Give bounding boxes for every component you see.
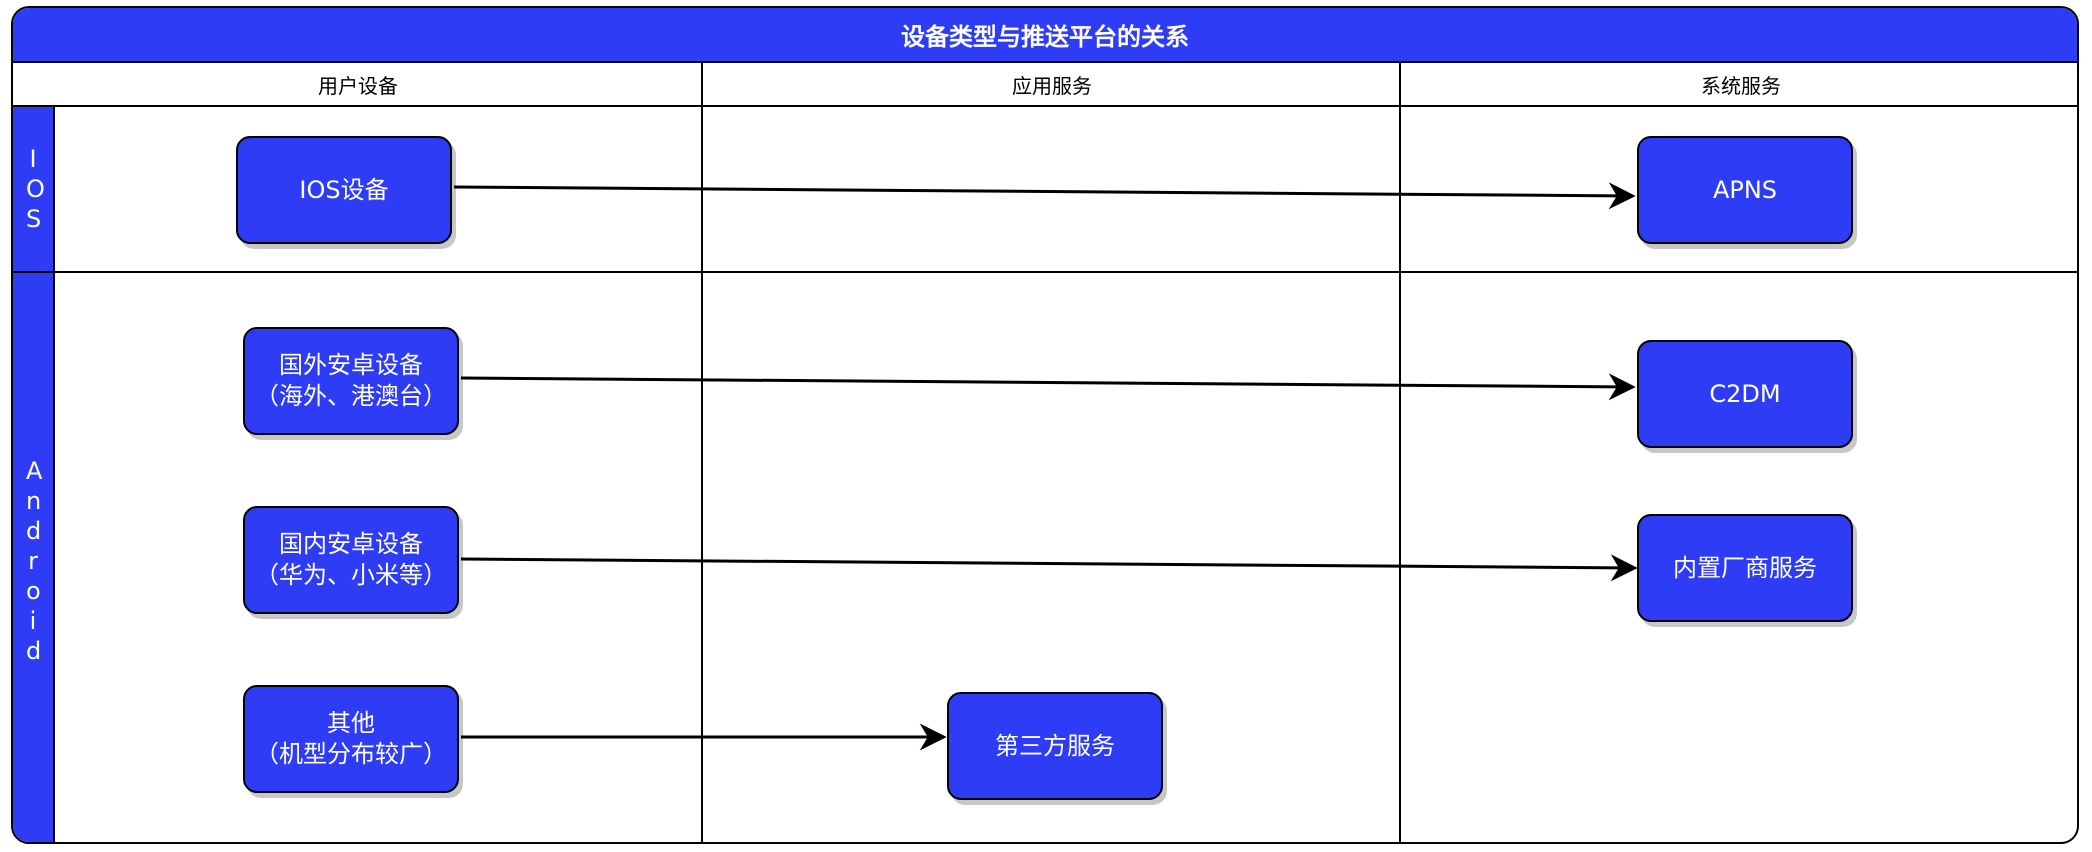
node-other[interactable]: 其他 （机型分布较广） — [243, 685, 459, 793]
node-label: C2DM — [1709, 379, 1781, 408]
lane-label-android-text: Android — [26, 456, 43, 665]
lane-label-ios: IOS — [13, 107, 55, 271]
node-label-line-2: （海外、港澳台） — [255, 382, 447, 410]
node-ios-device[interactable]: IOS设备 — [236, 136, 452, 244]
node-label-line-2: （机型分布较广） — [255, 740, 447, 768]
column-divider-2 — [1399, 63, 1401, 842]
node-label: 第三方服务 — [995, 731, 1115, 760]
lane-label-android: Android — [13, 273, 55, 842]
node-apns[interactable]: APNS — [1637, 136, 1853, 244]
column-divider-1 — [701, 63, 703, 842]
node-label-line-2: （华为、小米等） — [255, 561, 447, 589]
node-label: 内置厂商服务 — [1673, 553, 1817, 582]
lane-label-ios-text: IOS — [26, 145, 45, 233]
diagram-title: 设备类型与推送平台的关系 — [13, 8, 2077, 63]
column-header-system-service: 系统服务 — [1401, 63, 2077, 107]
node-c2dm[interactable]: C2DM — [1637, 340, 1853, 448]
column-header-app-service: 应用服务 — [703, 63, 1401, 107]
node-label-line-1: 其他 — [327, 709, 375, 737]
diagram-stage: 设备类型与推送平台的关系 用户设备 应用服务 系统服务 IOS Android … — [0, 0, 2092, 852]
node-label: APNS — [1712, 175, 1778, 204]
node-third-party[interactable]: 第三方服务 — [947, 692, 1163, 800]
node-label-line-1: 国外安卓设备 — [279, 351, 423, 379]
node-foreign-android[interactable]: 国外安卓设备 （海外、港澳台） — [243, 327, 459, 435]
node-vendor-service[interactable]: 内置厂商服务 — [1637, 514, 1853, 622]
lane-divider — [13, 271, 2077, 273]
node-label-line-1: 国内安卓设备 — [279, 530, 423, 558]
column-header-user-device: 用户设备 — [13, 63, 703, 107]
node-domestic-android[interactable]: 国内安卓设备 （华为、小米等） — [243, 506, 459, 614]
node-label: IOS设备 — [299, 175, 389, 204]
